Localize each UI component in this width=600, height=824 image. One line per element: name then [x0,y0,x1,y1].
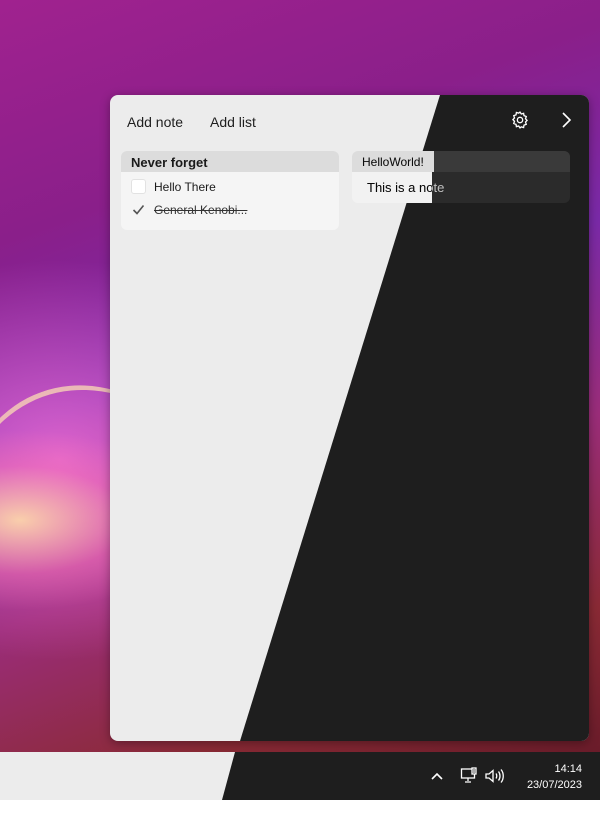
unchecked-checkbox[interactable] [131,179,146,194]
show-hidden-icons-button[interactable] [430,766,444,786]
network-button[interactable] [460,766,478,786]
checked-checkbox[interactable] [131,202,146,217]
clock-date: 23/07/2023 [526,779,582,791]
list-item[interactable]: Hello There [121,175,339,198]
chevron-right-icon [562,112,572,128]
list-card[interactable]: Never forget Hello There General Kenobi.… [121,151,339,230]
add-list-button[interactable]: Add list [210,112,256,132]
system-clock[interactable]: 14:14 23/07/2023 [512,761,582,793]
taskbar: 14:14 23/07/2023 [0,752,600,800]
list-item[interactable]: General Kenobi... [121,198,339,221]
taskbar-light-overlay [0,752,235,800]
note-card[interactable]: HelloWorld! This is a note [352,151,570,203]
chevron-up-icon [431,772,443,780]
gear-icon [511,111,529,129]
network-icon [460,767,477,783]
note-body-text: This is a note [367,180,445,195]
list-title[interactable]: Never forget [121,151,339,172]
checkmark-icon [132,204,145,215]
add-note-button[interactable]: Add note [127,112,183,132]
settings-button[interactable] [508,108,532,132]
list-item-label: General Kenobi... [154,202,248,217]
note-title[interactable]: HelloWorld! [352,151,570,172]
note-body[interactable]: This is a note [352,172,570,195]
list-item-label: Hello There [154,179,216,194]
expand-button[interactable] [554,108,578,132]
clock-time: 14:14 [554,763,582,775]
note-title-text: HelloWorld! [362,155,424,169]
volume-icon [485,769,504,783]
sticky-notes-panel: Add note Add list Never forget Hello The… [110,95,589,741]
volume-button[interactable] [484,766,504,786]
